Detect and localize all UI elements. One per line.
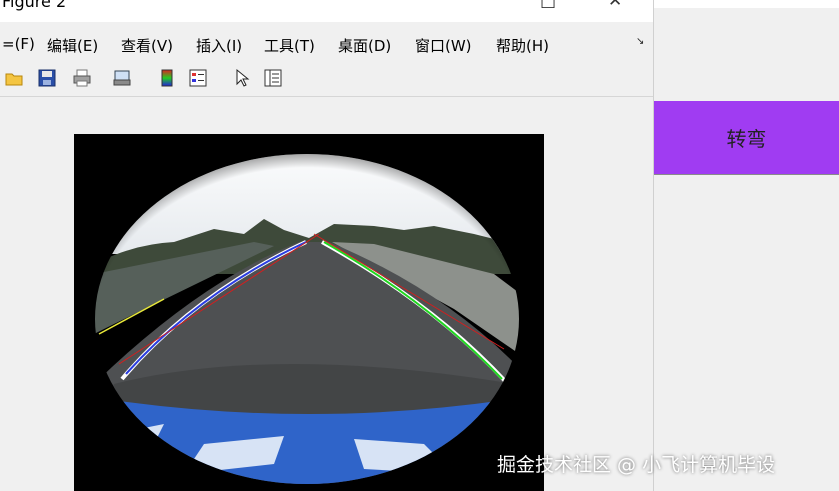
panel-top-strip	[654, 0, 839, 8]
open-folder-icon[interactable]	[4, 68, 24, 88]
menu-overflow-icon[interactable]: ↘	[636, 36, 644, 47]
pointer-arrow-icon[interactable]	[232, 68, 252, 88]
legend-icon[interactable]	[188, 68, 208, 88]
figure-window: Figure 2 □ ✕ =(F) 编辑(E) 查看(V) 插入(I) 工具(T…	[0, 0, 654, 491]
menu-desktop[interactable]: 桌面(D)	[338, 35, 391, 56]
menu-insert[interactable]: 插入(I)	[196, 35, 242, 56]
property-inspector-icon[interactable]	[263, 68, 283, 88]
menu-tools[interactable]: 工具(T)	[264, 35, 315, 56]
colorbar-icon[interactable]	[157, 68, 177, 88]
print-icon[interactable]	[72, 68, 92, 88]
camera-image-axes[interactable]	[74, 134, 544, 491]
save-icon[interactable]	[37, 68, 57, 88]
menu-bar: =(F) 编辑(E) 查看(V) 插入(I) 工具(T) 桌面(D) 窗口(W)…	[0, 28, 653, 60]
title-bar: Figure 2 □ ✕	[0, 0, 653, 22]
print-preview-icon[interactable]	[112, 68, 132, 88]
menu-view[interactable]: 查看(V)	[121, 35, 173, 56]
maximize-button[interactable]: □	[540, 0, 556, 11]
menu-help[interactable]: 帮助(H)	[496, 35, 549, 56]
watermark-text: 掘金技术社区 @ 小飞计算机毕设	[497, 454, 776, 476]
fisheye-road-image	[74, 134, 544, 491]
close-button[interactable]: ✕	[608, 0, 622, 11]
control-panel: 转弯	[654, 0, 839, 491]
menu-edit[interactable]: 编辑(E)	[47, 35, 98, 56]
menu-file[interactable]: =(F)	[2, 35, 35, 53]
turn-button[interactable]: 转弯	[654, 101, 839, 175]
toolbar	[0, 62, 653, 97]
menu-window[interactable]: 窗口(W)	[415, 35, 472, 56]
window-title: Figure 2	[2, 0, 67, 11]
